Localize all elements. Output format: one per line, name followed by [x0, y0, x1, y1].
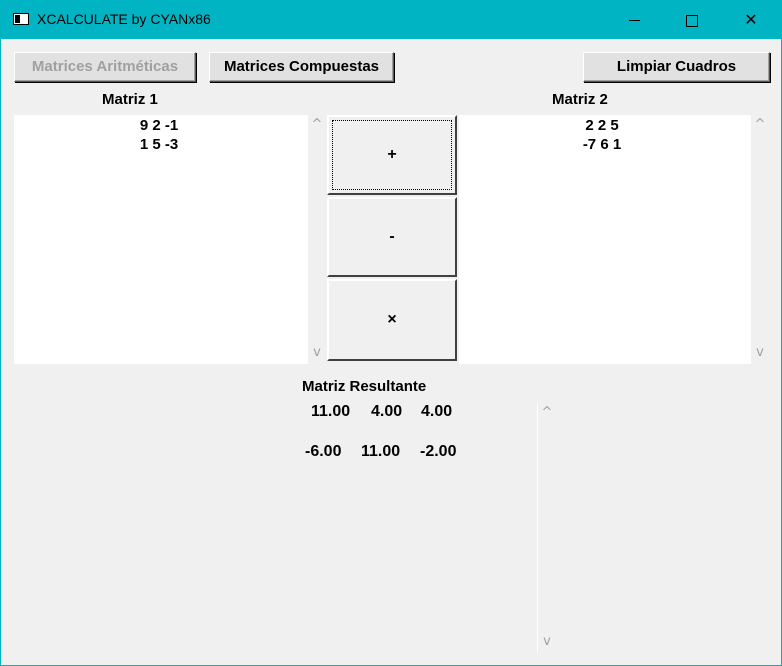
matrices-compuestas-button[interactable]: Matrices Compuestas	[209, 52, 394, 82]
resultado-scrollbar[interactable]: ^ v	[537, 403, 556, 653]
result-cell: 11.00	[311, 403, 351, 420]
matriz1-scrollbar[interactable]: ^ v	[308, 115, 326, 364]
result-cell: 4.00	[371, 403, 403, 420]
maximize-button[interactable]	[669, 1, 715, 39]
subtract-button[interactable]: -	[327, 197, 457, 277]
matriz2-row: 2 2 5	[585, 117, 619, 134]
resultado-label: Matriz Resultante	[302, 378, 427, 395]
app-window: XCALCULATE by CYANx86 ✕ Matrices Aritmét…	[0, 0, 782, 666]
scroll-down-icon[interactable]: v	[538, 634, 556, 649]
scroll-up-icon[interactable]: ^	[538, 405, 556, 420]
app-icon	[13, 13, 29, 25]
matriz1-label: Matriz 1	[102, 91, 158, 108]
add-button[interactable]: +	[327, 115, 457, 195]
result-cell: 11.00	[361, 443, 401, 460]
limpiar-cuadros-button[interactable]: Limpiar Cuadros	[583, 52, 770, 82]
scroll-down-icon[interactable]: v	[751, 345, 769, 360]
minimize-button[interactable]	[611, 1, 657, 39]
window-title: XCALCULATE by CYANx86	[37, 11, 211, 27]
matriz1-textbox[interactable]: 9 2 -1 1 5 -3 ^ v	[14, 115, 326, 364]
close-icon: ✕	[744, 10, 758, 29]
title-bar[interactable]: XCALCULATE by CYANx86 ✕	[1, 1, 781, 39]
scroll-up-icon[interactable]: ^	[751, 117, 769, 132]
multiply-button[interactable]: ×	[327, 279, 457, 361]
scroll-down-icon[interactable]: v	[308, 345, 326, 360]
result-cell: -6.00	[305, 443, 342, 460]
close-button[interactable]: ✕	[728, 1, 774, 39]
matrices-aritmeticas-button[interactable]: Matrices Aritméticas	[14, 52, 196, 82]
maximize-icon	[686, 14, 698, 27]
matriz2-row: -7 6 1	[582, 136, 622, 153]
matriz2-scrollbar[interactable]: ^ v	[751, 115, 769, 364]
matriz2-label: Matriz 2	[552, 91, 608, 108]
matriz1-row: 1 5 -3	[139, 136, 179, 153]
matriz1-row: 9 2 -1	[139, 117, 179, 134]
scroll-up-icon[interactable]: ^	[308, 117, 326, 132]
result-cell: -2.00	[420, 443, 457, 460]
matriz2-textbox[interactable]: 2 2 5 -7 6 1 ^ v	[459, 115, 769, 364]
result-cell: 4.00	[421, 403, 453, 420]
minimize-icon	[628, 20, 640, 21]
